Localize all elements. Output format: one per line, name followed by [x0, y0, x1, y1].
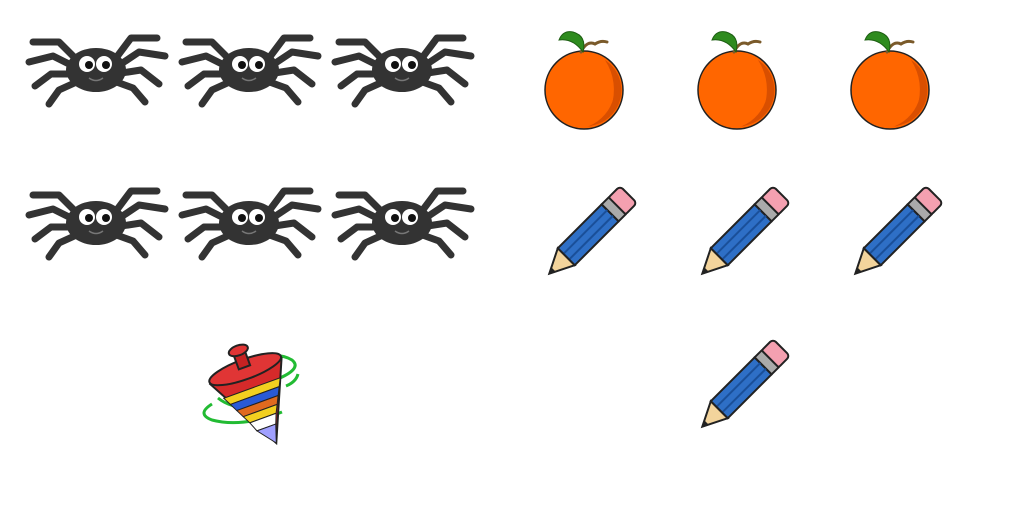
pencil-icon: [514, 155, 667, 308]
pencil-icon: [667, 308, 820, 461]
orange-icon: [813, 0, 966, 153]
spider-icon: [19, 143, 172, 296]
pencil-icon: [820, 155, 973, 308]
spider-icon: [325, 143, 478, 296]
spider-icon: [172, 143, 325, 296]
spider-icon: [325, 0, 478, 143]
pencil-icon: [667, 155, 820, 308]
orange-icon: [660, 0, 813, 153]
spider-icon: [172, 0, 325, 143]
items-canvas: [0, 0, 1024, 512]
spinning-top-icon: [172, 308, 325, 461]
orange-icon: [507, 0, 660, 153]
spider-icon: [19, 0, 172, 143]
